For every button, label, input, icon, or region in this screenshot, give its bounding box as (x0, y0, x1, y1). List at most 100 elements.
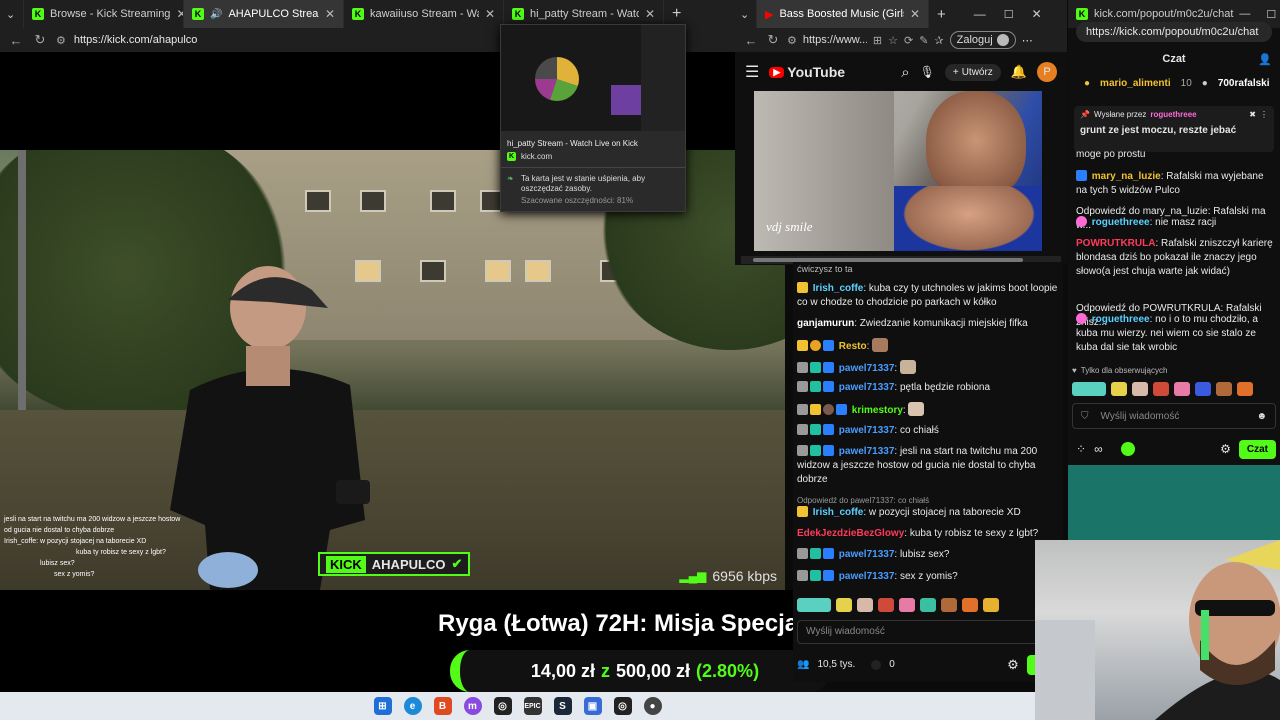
site-info-icon[interactable]: ⚙ (56, 34, 66, 47)
mic-icon[interactable]: 🎙 (920, 65, 935, 79)
app3-icon[interactable]: ◎ (613, 697, 632, 715)
refresh-alt-icon[interactable]: ⟳ (904, 34, 913, 47)
popout-url-input[interactable]: https://kick.com/popout/m0c2u/chat (1076, 22, 1272, 42)
emote-icon[interactable] (1132, 382, 1148, 396)
epic-games-icon[interactable]: EPIC (523, 697, 542, 715)
messenger-icon[interactable]: m (463, 697, 482, 715)
app-icon[interactable]: ◎ (493, 697, 512, 715)
emote-icon[interactable] (836, 598, 852, 612)
chat-username[interactable]: krimestory (852, 405, 903, 416)
login-button[interactable]: Zaloguj (949, 31, 1016, 49)
close-window-button[interactable]: ✕ (1032, 7, 1042, 21)
popout-chat-input[interactable]: ⛉ Wyślij wiadomość ☻ (1072, 403, 1276, 429)
extension-icon[interactable]: ⊞ (873, 34, 882, 47)
chat-username[interactable]: EdekJezdzieBezGlowy (797, 528, 904, 539)
unpin-icon[interactable]: ✖ (1249, 110, 1256, 119)
tab-list-button[interactable]: ⌄ (0, 0, 24, 28)
settings-gear-icon[interactable]: ⚙ (1220, 442, 1231, 456)
emote-icon[interactable] (1237, 382, 1253, 396)
pinned-by-user[interactable]: roguethreee (1150, 110, 1196, 119)
close-tab-icon[interactable]: ✕ (325, 7, 335, 21)
emote-icon[interactable] (941, 598, 957, 612)
app2-icon[interactable]: ▣ (583, 697, 602, 715)
emote-icon[interactable] (899, 598, 915, 612)
url-input[interactable]: https://www... (803, 34, 867, 46)
hamburger-menu-icon[interactable]: ☰ (745, 62, 759, 82)
chat-username[interactable]: pawel71337 (839, 382, 895, 393)
chat-username[interactable]: Resto (839, 341, 867, 352)
emote-icon[interactable] (1174, 382, 1190, 396)
search-icon[interactable]: ⌕ (901, 64, 909, 81)
chat-username[interactable]: pawel71337 (839, 425, 895, 436)
emote-icon[interactable] (1111, 382, 1127, 396)
tab-ahapulco[interactable]: K 🔊 AHAPULCO Stream - Watch Li ✕ (184, 0, 344, 28)
emote-icon[interactable] (1195, 382, 1211, 396)
back-icon[interactable]: ← (8, 33, 24, 48)
chat-username[interactable]: Irish_coffe (813, 283, 864, 294)
tab-kawaiiuso[interactable]: K kawaiiuso Stream - Watch Live on ✕ (344, 0, 504, 28)
close-tab-icon[interactable]: ✕ (910, 7, 920, 21)
reload-icon[interactable]: ↻ (765, 32, 781, 48)
emote-icon[interactable] (962, 598, 978, 612)
puzzle-icon[interactable]: ✎ (919, 34, 928, 47)
steam-icon[interactable]: S (553, 697, 572, 715)
more-icon[interactable]: ⋯ (1022, 34, 1033, 47)
emote-icon[interactable] (857, 598, 873, 612)
chat-username[interactable]: roguethreee (1092, 217, 1150, 228)
leader-name[interactable]: 700rafalski (1218, 78, 1270, 89)
back-icon[interactable]: ← (743, 33, 759, 48)
create-button[interactable]: + Utwórz (944, 63, 1001, 81)
close-tab-icon[interactable]: ✕ (645, 7, 655, 21)
kick-circle-icon[interactable] (1120, 442, 1135, 456)
avatar[interactable]: P (1037, 62, 1057, 82)
maximize-button[interactable]: ☐ (1266, 8, 1276, 21)
emote-icon[interactable] (878, 598, 894, 612)
users-icon[interactable]: 👤 (1258, 53, 1272, 66)
start-icon[interactable]: ⊞ (373, 697, 392, 715)
app4-icon[interactable]: ● (643, 697, 662, 715)
tab-browse-kick[interactable]: K Browse - Kick Streaming ✕ (24, 0, 184, 28)
stream-video[interactable]: jesli na start na twitchu ma 200 widzow … (0, 150, 785, 590)
tab-list-button[interactable]: ⌄ (735, 0, 757, 28)
favorites-icon[interactable]: ✰ (934, 34, 943, 47)
overlay-chat-line: jesli na start na twitchu ma 200 widzow … (4, 516, 181, 534)
chat-username[interactable]: pawel71337 (839, 363, 895, 374)
chat-username[interactable]: POWRUTKRULA (1076, 238, 1155, 249)
chat-username[interactable]: pawel71337 (839, 549, 895, 560)
emote-icon[interactable] (1072, 382, 1106, 396)
settings-gear-icon[interactable]: ⚙ (1007, 658, 1019, 672)
youtube-video-player[interactable]: vdj smile (754, 91, 1042, 251)
minimize-button[interactable]: — (974, 7, 986, 21)
chat-username[interactable]: roguethreee (1092, 314, 1150, 325)
maximize-button[interactable]: ☐ (1004, 8, 1014, 21)
edge-icon[interactable]: e (403, 697, 422, 715)
emote-icon[interactable] (1153, 382, 1169, 396)
pinned-message[interactable]: 📌 Wysłane przez roguethreee ✖ ⋮ grunt ze… (1074, 106, 1274, 152)
emoji-icon[interactable]: ☻ (1256, 411, 1267, 422)
notifications-icon[interactable]: 🔔 (1011, 64, 1027, 80)
youtube-logo[interactable]: ▶ YouTube (769, 64, 845, 80)
new-tab-button[interactable]: + (929, 0, 954, 28)
emote-icon[interactable] (1216, 382, 1232, 396)
brave-icon[interactable]: B (433, 697, 452, 715)
chat-username[interactable]: ganjamurun (797, 318, 854, 329)
star-icon[interactable]: ☆ (888, 34, 898, 47)
emote-icon[interactable] (797, 598, 831, 612)
minimize-button[interactable]: — (1239, 8, 1250, 20)
more-icon[interactable]: ⋮ (1260, 110, 1268, 119)
tab-youtube[interactable]: ▶ Bass Boosted Music (Girls Are ✕ (757, 0, 929, 28)
chat-input[interactable]: Wyślij wiadomość (797, 620, 1059, 644)
emote-icon[interactable] (983, 598, 999, 612)
chat-username[interactable]: Irish_coffe (813, 507, 864, 518)
close-tab-icon[interactable]: ✕ (176, 7, 183, 21)
site-info-icon[interactable]: ⚙ (787, 34, 797, 47)
chat-username[interactable]: pawel71337 (839, 446, 895, 457)
url-input[interactable]: https://kick.com/ahapulco (74, 34, 198, 46)
chat-username[interactable]: mary_na_luzie (1092, 171, 1161, 182)
popout-send-button[interactable]: Czat (1238, 439, 1276, 459)
chat-username[interactable]: pawel71337 (839, 571, 895, 582)
close-tab-icon[interactable]: ✕ (485, 7, 495, 21)
leader-name[interactable]: mario_alimenti (1100, 78, 1171, 89)
reload-icon[interactable]: ↻ (32, 32, 48, 48)
emote-icon[interactable] (920, 598, 936, 612)
